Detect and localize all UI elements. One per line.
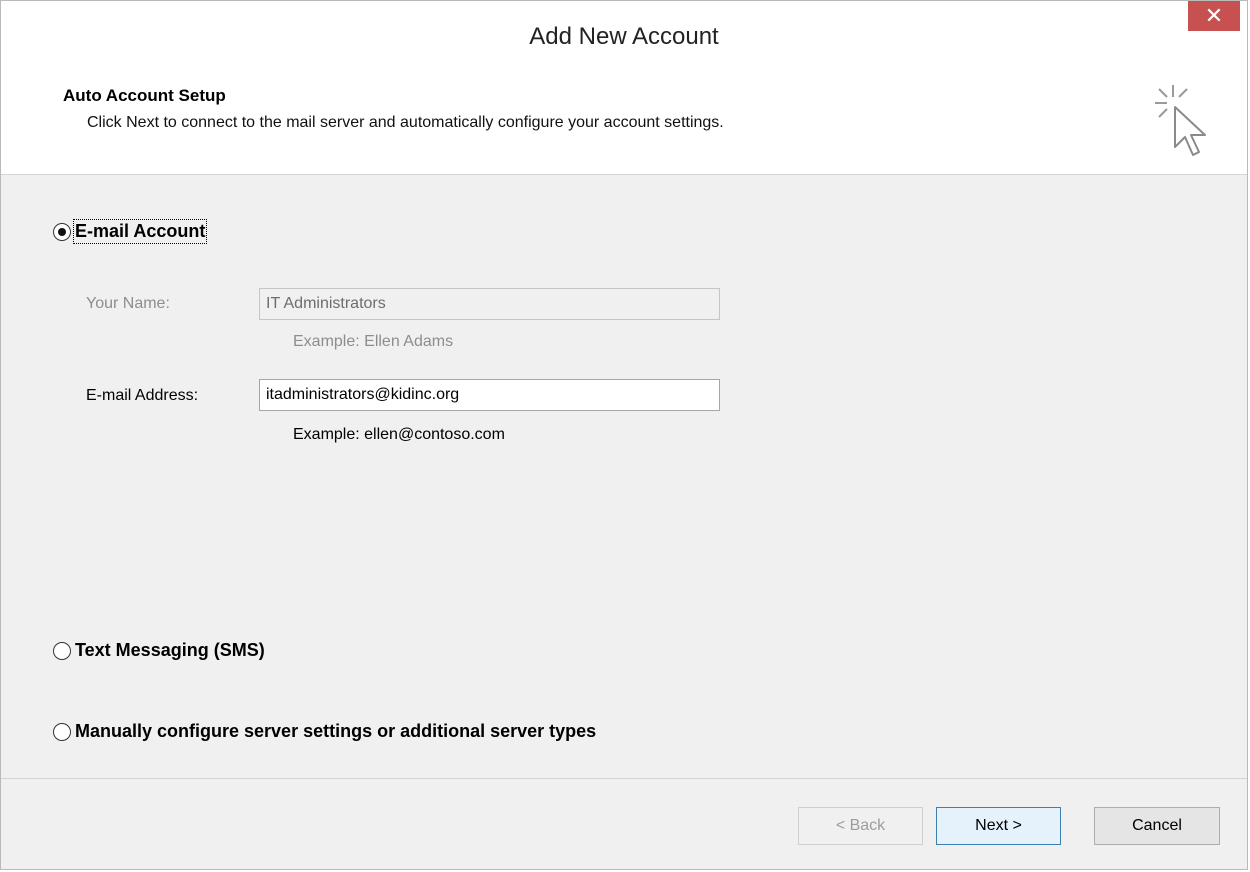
header-description: Click Next to connect to the mail server…: [87, 114, 724, 131]
email-address-field[interactable]: [259, 379, 720, 411]
footer-divider: [1, 778, 1247, 779]
your-name-field[interactable]: [259, 288, 720, 320]
sms-radio[interactable]: [53, 641, 71, 660]
close-button[interactable]: ✕: [1188, 1, 1240, 31]
manual-config-label[interactable]: Manually configure server settings or ad…: [75, 721, 596, 742]
email-account-radio[interactable]: [53, 222, 71, 241]
email-account-option[interactable]: E-mail Account: [53, 219, 208, 244]
sms-option[interactable]: Text Messaging (SMS): [53, 640, 265, 661]
manual-config-option[interactable]: Manually configure server settings or ad…: [53, 721, 596, 742]
email-address-label: E-mail Address:: [86, 387, 199, 404]
manual-config-radio[interactable]: [53, 722, 71, 741]
window-title: Add New Account: [529, 23, 719, 50]
your-name-label: Your Name:: [86, 295, 170, 312]
title-bar: Add New Account ✕: [1, 1, 1247, 77]
cancel-button[interactable]: Cancel: [1094, 807, 1220, 845]
cursor-click-icon: [1155, 85, 1206, 156]
back-button[interactable]: < Back: [798, 807, 923, 845]
close-icon: ✕: [1204, 3, 1224, 28]
sms-label[interactable]: Text Messaging (SMS): [75, 640, 265, 661]
add-new-account-dialog: Add New Account ✕ Auto Account Setup Cli…: [0, 0, 1248, 870]
email-account-label[interactable]: E-mail Account: [72, 219, 208, 244]
next-button[interactable]: Next >: [936, 807, 1061, 845]
email-address-example: Example: ellen@contoso.com: [293, 426, 505, 443]
header-panel: Auto Account Setup Click Next to connect…: [1, 77, 1247, 175]
your-name-example: Example: Ellen Adams: [293, 333, 454, 350]
header-title: Auto Account Setup: [63, 86, 226, 105]
